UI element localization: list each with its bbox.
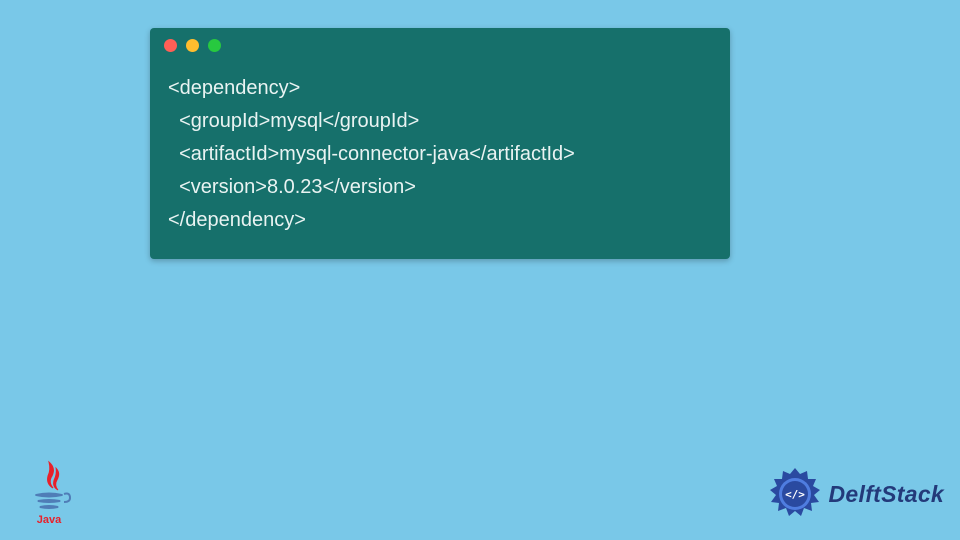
close-icon [164,39,177,52]
delftstack-logo-text: DelftStack [829,481,944,508]
code-window: <dependency> <groupId>mysql</groupId> <a… [150,28,730,259]
delftstack-emblem-icon: </> [767,466,823,522]
svg-text:</>: </> [785,488,805,501]
code-content: <dependency> <groupId>mysql</groupId> <a… [150,62,730,259]
maximize-icon [208,39,221,52]
delftstack-logo: </> DelftStack [767,466,944,522]
svg-text:Java: Java [37,514,62,526]
window-traffic-lights [150,28,730,62]
java-logo-icon: Java [24,458,74,526]
minimize-icon [186,39,199,52]
